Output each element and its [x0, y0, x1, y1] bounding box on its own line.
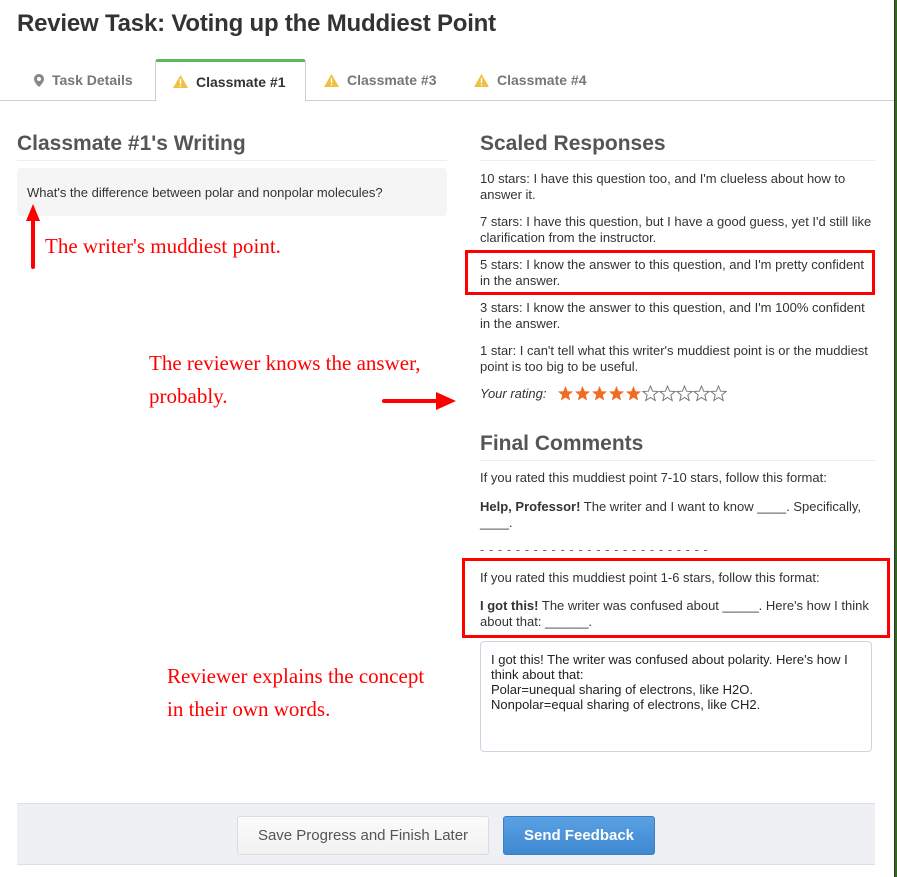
- send-feedback-button[interactable]: Send Feedback: [503, 816, 655, 855]
- format-bold-lead: Help, Professor!: [480, 499, 581, 514]
- writing-content: What's the difference between polar and …: [17, 168, 447, 216]
- writing-heading: Classmate #1's Writing: [17, 132, 447, 161]
- tab-bar: Task Details Classmate #1 Classmate #3 C…: [0, 59, 894, 102]
- tab-classmate-3[interactable]: Classmate #3: [324, 59, 437, 101]
- star-rating[interactable]: [557, 385, 727, 402]
- tab-label: Classmate #1: [196, 73, 286, 90]
- writing-text: What's the difference between polar and …: [27, 185, 383, 200]
- final-comments-heading: Final Comments: [480, 432, 875, 461]
- star-filled-icon[interactable]: [625, 385, 642, 402]
- annotation-reviewer-knows: The reviewer knows the answer, probably.: [149, 347, 420, 413]
- annotation-line: probably.: [149, 384, 228, 408]
- star-filled-icon[interactable]: [574, 385, 591, 402]
- tab-classmate-4[interactable]: Classmate #4: [474, 59, 587, 101]
- response-option-1: 1 star: I can't tell what this writer's …: [480, 343, 868, 374]
- response-option-3: 3 stars: I know the answer to this quest…: [480, 300, 865, 331]
- star-empty-icon[interactable]: [675, 385, 693, 402]
- annotation-writer-point: The writer's muddiest point.: [45, 234, 281, 258]
- footer-action-bar: Save Progress and Finish Later Send Feed…: [17, 803, 875, 865]
- tab-label: Classmate #3: [347, 72, 437, 88]
- star-empty-icon[interactable]: [709, 385, 727, 402]
- tab-label: Task Details: [52, 72, 133, 88]
- rating-label: Your rating:: [480, 386, 547, 401]
- star-empty-icon[interactable]: [692, 385, 710, 402]
- response-option-7: 7 stars: I have this question, but I hav…: [480, 214, 872, 245]
- annotation-reviewer-explains: Reviewer explains the concept in their o…: [167, 660, 424, 726]
- scaled-responses-heading: Scaled Responses: [480, 132, 875, 161]
- highlight-box-5-stars: [465, 250, 875, 295]
- high-rating-instruction: If you rated this muddiest point 7-10 st…: [480, 470, 827, 485]
- response-option-10: 10 stars: I have this question too, and …: [480, 171, 846, 202]
- right-arrow-icon: [382, 392, 456, 410]
- page-title: Review Task: Voting up the Muddiest Poin…: [17, 10, 496, 37]
- final-comment-input[interactable]: I got this! The writer was confused abou…: [480, 641, 872, 752]
- warning-icon: [324, 73, 339, 87]
- warning-icon: [474, 73, 489, 87]
- tab-label: Classmate #4: [497, 72, 587, 88]
- star-filled-icon[interactable]: [608, 385, 625, 402]
- annotation-line: The reviewer knows the answer,: [149, 351, 421, 375]
- save-progress-button[interactable]: Save Progress and Finish Later: [237, 816, 489, 855]
- up-arrow-icon: [26, 204, 40, 269]
- format-separator: - - - - - - - - - - - - - - - - - - - - …: [480, 542, 709, 557]
- star-empty-icon[interactable]: [641, 385, 659, 402]
- high-rating-format: Help, Professor! The writer and I want t…: [480, 499, 875, 531]
- star-empty-icon[interactable]: [658, 385, 676, 402]
- rating-row: Your rating:: [480, 385, 727, 402]
- highlight-box-low-format: [462, 558, 890, 638]
- annotation-line: Reviewer explains the concept: [167, 664, 425, 688]
- star-filled-icon[interactable]: [591, 385, 608, 402]
- map-pin-icon: [34, 73, 44, 87]
- tab-classmate-1[interactable]: Classmate #1: [155, 59, 306, 102]
- annotation-line: in their own words.: [167, 697, 331, 721]
- star-filled-icon[interactable]: [557, 385, 574, 402]
- warning-icon: [173, 75, 188, 88]
- tab-task-details[interactable]: Task Details: [34, 59, 133, 101]
